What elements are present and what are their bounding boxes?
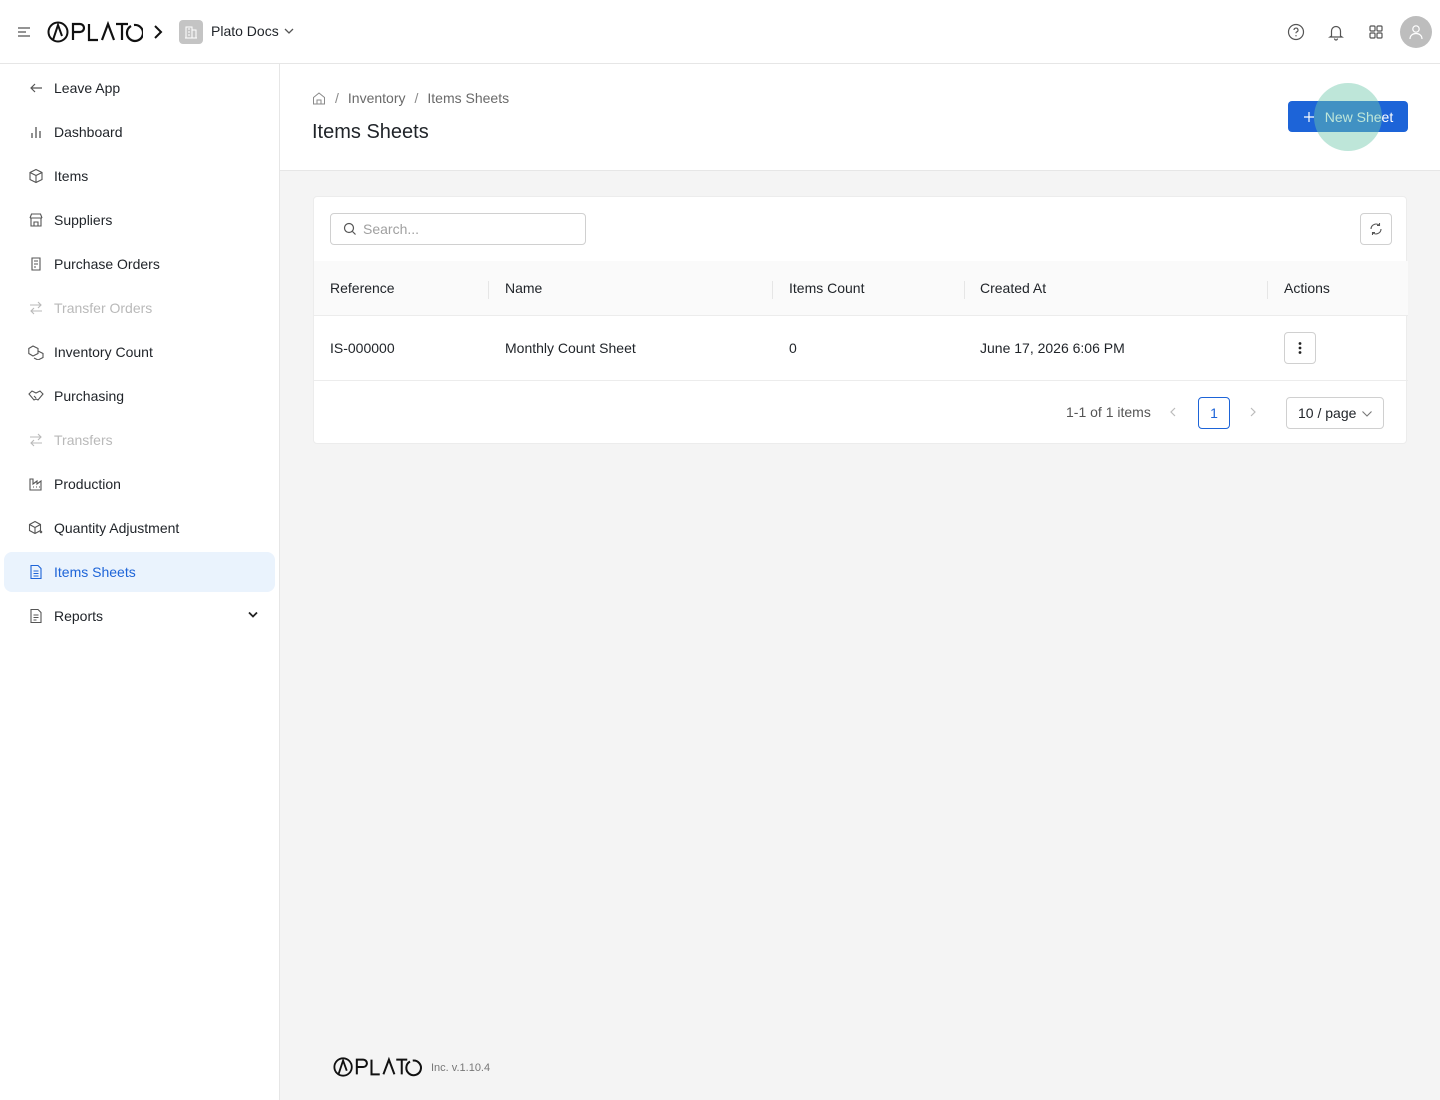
sidebar-item-label: Transfer Orders	[54, 300, 153, 316]
sidebar-item-dashboard[interactable]: Dashboard	[4, 112, 275, 152]
sidebar-item-label: Items Sheets	[54, 564, 136, 580]
box-adjust-icon	[28, 520, 44, 536]
chevron-down-icon	[1361, 410, 1373, 418]
column-divider	[1267, 281, 1268, 299]
plato-logo[interactable]	[47, 20, 143, 44]
box-icon	[28, 168, 44, 184]
table-row[interactable]: IS-000000 Monthly Count Sheet 0 June 17,…	[314, 316, 1408, 381]
sidebar-item-label: Leave App	[54, 80, 121, 96]
arrow-left-icon	[28, 80, 44, 96]
column-header-created-at[interactable]: Created At	[980, 280, 1046, 296]
sidebar: Leave App Dashboard Items Suppliers Purc…	[0, 64, 280, 1100]
new-sheet-button[interactable]: New Sheet	[1288, 101, 1408, 132]
chevron-down-icon[interactable]	[247, 610, 259, 620]
plus-icon	[1303, 111, 1315, 123]
cell-items-count: 0	[789, 340, 797, 356]
footer-version: Inc. v.1.10.4	[431, 1062, 491, 1074]
bell-icon[interactable]	[1326, 22, 1346, 42]
column-divider	[488, 281, 489, 299]
bar-chart-icon	[28, 124, 44, 140]
page-size-select[interactable]: 10 / page	[1286, 397, 1384, 429]
sidebar-item-label: Items	[54, 168, 89, 184]
sidebar-item-reports[interactable]: Reports	[4, 596, 275, 636]
sidebar-item-suppliers[interactable]: Suppliers	[4, 200, 275, 240]
sidebar-item-inventory-count[interactable]: Inventory Count	[4, 332, 275, 372]
sidebar-item-label: Transfers	[54, 432, 113, 448]
user-avatar-icon[interactable]	[1400, 16, 1432, 48]
sidebar-item-label: Purchasing	[54, 388, 125, 404]
column-divider	[772, 281, 773, 299]
cell-created-at: June 17, 2026 6:06 PM	[980, 340, 1125, 356]
cell-reference: IS-000000	[330, 340, 395, 356]
sidebar-item-label: Dashboard	[54, 124, 123, 140]
sidebar-item-label: Inventory Count	[54, 344, 153, 360]
refresh-button[interactable]	[1360, 213, 1392, 245]
report-icon	[28, 608, 44, 624]
breadcrumb-item-current: Items Sheets	[427, 90, 510, 106]
refresh-icon	[1368, 221, 1384, 237]
page-size-value: 10 / page	[1298, 405, 1357, 421]
sidebar-item-items[interactable]: Items	[4, 156, 275, 196]
factory-icon	[28, 476, 44, 492]
column-header-name[interactable]: Name	[505, 280, 542, 296]
help-icon[interactable]	[1286, 22, 1306, 42]
sidebar-item-transfers: Transfers	[4, 420, 275, 460]
column-header-items-count[interactable]: Items Count	[789, 280, 864, 296]
breadcrumb: / Inventory / Items Sheets	[312, 90, 509, 106]
cell-name: Monthly Count Sheet	[505, 340, 636, 356]
store-icon	[28, 212, 44, 228]
sidebar-item-label: Production	[54, 476, 121, 492]
chevron-down-icon[interactable]	[283, 26, 295, 36]
search-icon	[343, 222, 357, 236]
column-divider	[964, 281, 965, 299]
home-icon[interactable]	[312, 91, 326, 105]
chevron-right-icon	[152, 24, 164, 40]
sidebar-item-purchasing[interactable]: Purchasing	[4, 376, 275, 416]
sheet-icon	[28, 564, 44, 580]
sidebar-item-quantity-adjustment[interactable]: Quantity Adjustment	[4, 508, 275, 548]
sidebar-item-label: Purchase Orders	[54, 256, 160, 272]
apps-grid-icon[interactable]	[1366, 22, 1386, 42]
new-sheet-label: New Sheet	[1324, 108, 1394, 125]
column-header-reference[interactable]: Reference	[330, 280, 395, 296]
clipboard-icon	[28, 256, 44, 272]
row-actions-button[interactable]	[1284, 332, 1316, 364]
column-header-actions: Actions	[1284, 280, 1330, 296]
org-switcher-label[interactable]: Plato Docs	[211, 23, 279, 39]
sidebar-item-items-sheets[interactable]: Items Sheets	[4, 552, 275, 592]
transfer-icon	[28, 432, 44, 448]
sidebar-item-leave-app[interactable]: Leave App	[4, 68, 275, 108]
page-header: / Inventory / Items Sheets Items Sheets …	[280, 64, 1440, 171]
sidebar-item-purchase-orders[interactable]: Purchase Orders	[4, 244, 275, 284]
menu-icon[interactable]	[16, 24, 32, 40]
breadcrumb-separator: /	[335, 90, 339, 106]
handshake-icon	[28, 388, 44, 404]
transfer-icon	[28, 300, 44, 316]
pagination-next-icon[interactable]	[1248, 406, 1258, 418]
sidebar-item-label: Suppliers	[54, 212, 113, 228]
pagination-total: 1-1 of 1 items	[1066, 404, 1151, 420]
sidebar-item-label: Quantity Adjustment	[54, 520, 180, 536]
search-input[interactable]	[363, 221, 573, 237]
building-icon	[179, 20, 203, 44]
breadcrumb-item-inventory[interactable]: Inventory	[348, 90, 406, 106]
sidebar-item-production[interactable]: Production	[4, 464, 275, 504]
breadcrumb-separator: /	[414, 90, 419, 106]
boxes-icon	[28, 344, 44, 360]
items-sheets-card: Reference Name Items Count Created At Ac…	[313, 196, 1408, 444]
sidebar-item-label: Reports	[54, 608, 104, 624]
sidebar-item-transfer-orders: Transfer Orders	[4, 288, 275, 328]
more-vertical-icon	[1298, 341, 1302, 355]
page-title: Items Sheets	[312, 121, 429, 143]
table-header: Reference Name Items Count Created At Ac…	[314, 261, 1408, 316]
search-field[interactable]	[330, 213, 586, 245]
top-bar: Plato Docs	[0, 0, 1440, 64]
footer-plato-logo	[329, 1056, 425, 1078]
pagination-prev-icon[interactable]	[1168, 406, 1178, 418]
pagination-page-button[interactable]: 1	[1198, 397, 1230, 429]
